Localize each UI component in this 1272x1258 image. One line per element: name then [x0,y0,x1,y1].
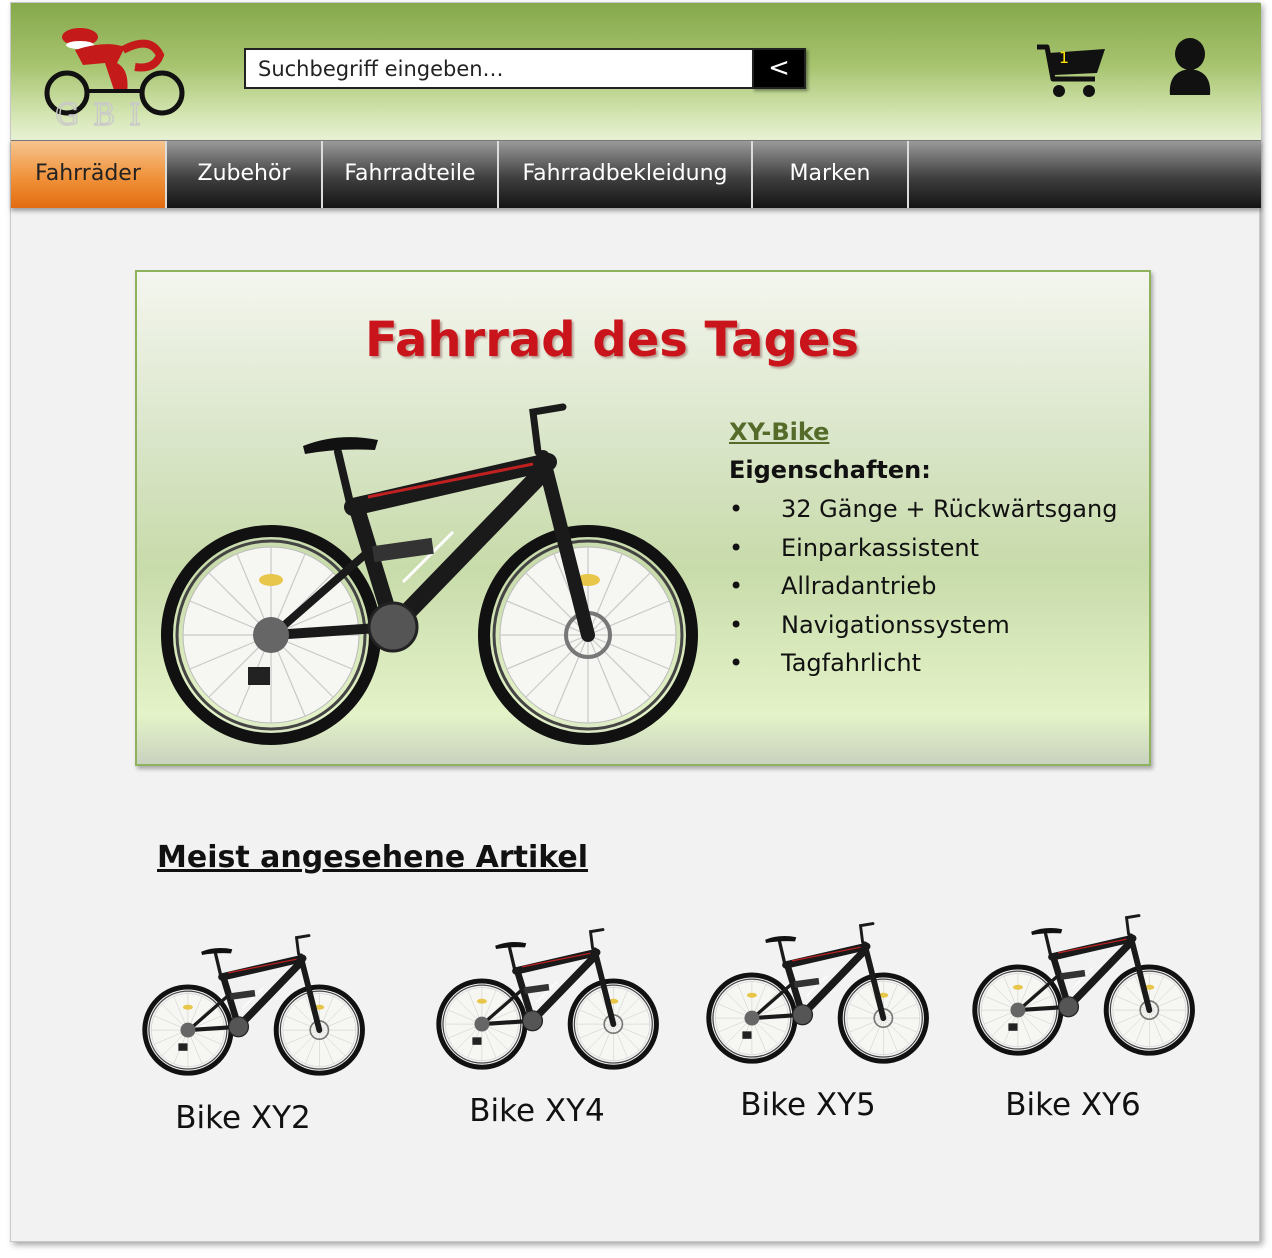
product-thumbnail-xy6[interactable] [969,913,1197,1057]
product-label-xy6[interactable]: Bike XY6 [953,1087,1193,1123]
user-account-icon[interactable] [1166,37,1214,97]
search-input[interactable]: Suchbegriff eingeben… [244,48,754,89]
most-viewed-heading: Meist angesehene Artikel [157,840,589,875]
product-thumbnail-xy4[interactable] [433,927,661,1071]
featured-product-link[interactable]: XY-Bike [729,414,1129,450]
nav-item-fahrraeder[interactable]: Fahrräder [11,141,167,208]
property-item: Navigationssystem [729,606,1129,645]
page: GBI Suchbegriff eingeben… < 1 Fahrräder … [10,2,1261,1242]
featured-product-panel: Fahrrad des Tages XY-Bike Eigenschaften:… [135,270,1151,766]
property-item: Tagfahrlicht [729,644,1129,683]
product-label-xy2[interactable]: Bike XY2 [123,1100,363,1136]
nav-item-marken[interactable]: Marken [753,141,909,208]
property-item: Allradantrieb [729,567,1129,606]
search-placeholder: Suchbegriff eingeben… [258,57,504,81]
featured-title: Fahrrad des Tages [365,312,859,368]
nav-item-fahrradbekleidung[interactable]: Fahrradbekleidung [499,141,753,208]
cart-count-badge: 1 [1058,48,1070,67]
product-thumbnail-xy2[interactable] [139,933,367,1077]
search-button[interactable]: < [752,48,806,89]
properties-label: Eigenschaften: [729,456,931,484]
main-navigation: Fahrräder Zubehör Fahrradteile Fahrradbe… [11,140,1261,208]
product-label-xy5[interactable]: Bike XY5 [688,1087,928,1123]
properties-list: 32 Gänge + Rückwärtsgang Einparkassisten… [729,490,1129,683]
product-thumbnail-xy5[interactable] [703,921,931,1065]
product-label-xy4[interactable]: Bike XY4 [417,1093,657,1129]
logo[interactable]: GBI [35,15,185,130]
nav-item-fahrradteile[interactable]: Fahrradteile [323,141,499,208]
nav-item-zubehoer[interactable]: Zubehör [167,141,323,208]
featured-bike-image[interactable] [153,402,703,747]
featured-info: XY-Bike Eigenschaften: 32 Gänge + Rückwä… [729,414,1129,683]
logo-text: GBI [55,98,155,130]
property-item: Einparkassistent [729,529,1129,568]
header: GBI Suchbegriff eingeben… < 1 [11,3,1261,140]
property-item: 32 Gänge + Rückwärtsgang [729,490,1129,529]
